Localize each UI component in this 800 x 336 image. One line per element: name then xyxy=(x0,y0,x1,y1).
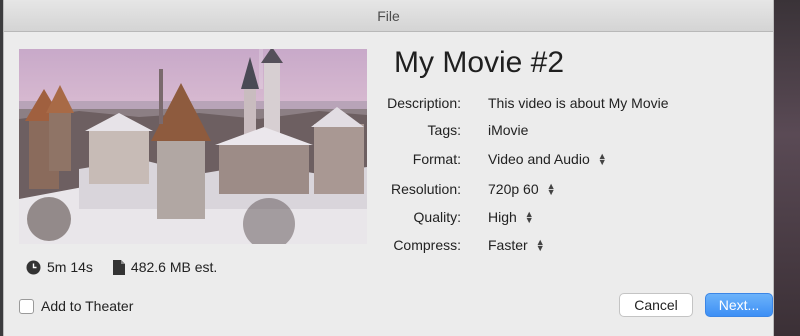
up-down-arrows-icon: ▲ ▼ xyxy=(535,237,545,253)
format-select[interactable]: Video and Audio ▲ ▼ xyxy=(488,151,607,167)
up-down-arrows-icon: ▲ ▼ xyxy=(524,209,534,225)
desktop-background-right xyxy=(772,0,800,336)
resolution-row: Resolution: 720p 60 ▲ ▼ xyxy=(384,179,714,201)
file-stats: 5m 14s 482.6 MB est. xyxy=(26,259,217,275)
movie-thumbnail xyxy=(19,49,367,244)
resolution-select[interactable]: 720p 60 ▲ ▼ xyxy=(488,181,556,197)
window-title: File xyxy=(377,7,400,24)
tags-row: Tags: iMovie xyxy=(384,120,714,142)
add-to-theater-checkbox[interactable]: Add to Theater xyxy=(19,298,133,314)
size-value: 482.6 MB est. xyxy=(130,259,218,275)
tags-field[interactable]: iMovie xyxy=(488,122,528,138)
quality-label: Quality: xyxy=(413,209,461,225)
clock-icon xyxy=(26,260,41,274)
up-down-arrows-icon: ▲ ▼ xyxy=(546,181,556,197)
size-stat: 482.6 MB est. xyxy=(112,259,218,275)
tags-label: Tags: xyxy=(427,122,461,138)
up-down-arrows-icon: ▲ ▼ xyxy=(597,151,607,167)
compress-row: Compress: Faster ▲ ▼ xyxy=(384,235,714,257)
share-file-dialog: File 5m 14s 482.6 MB est. My Movie #2 De… xyxy=(3,0,774,336)
description-row: Description: This video is about My Movi… xyxy=(384,93,714,115)
duration-stat: 5m 14s xyxy=(26,259,93,275)
title-bar: File xyxy=(4,0,773,32)
next-button[interactable]: Next... xyxy=(705,293,773,317)
compress-select[interactable]: Faster ▲ ▼ xyxy=(488,237,545,253)
resolution-label: Resolution: xyxy=(390,181,461,197)
format-row: Format: Video and Audio ▲ ▼ xyxy=(384,149,714,171)
format-label: Format: xyxy=(412,151,461,167)
quality-row: Quality: High ▲ ▼ xyxy=(384,207,714,229)
checkbox-box[interactable] xyxy=(19,298,34,314)
cancel-button[interactable]: Cancel xyxy=(619,293,693,317)
description-field[interactable]: This video is about My Movie xyxy=(488,95,669,111)
compress-label: Compress: xyxy=(393,237,461,253)
add-to-theater-label: Add to Theater xyxy=(41,298,134,314)
movie-title[interactable]: My Movie #2 xyxy=(394,46,564,80)
document-icon xyxy=(112,259,125,275)
description-label: Description: xyxy=(387,95,461,111)
quality-select[interactable]: High ▲ ▼ xyxy=(488,209,534,225)
duration-value: 5m 14s xyxy=(47,259,93,275)
